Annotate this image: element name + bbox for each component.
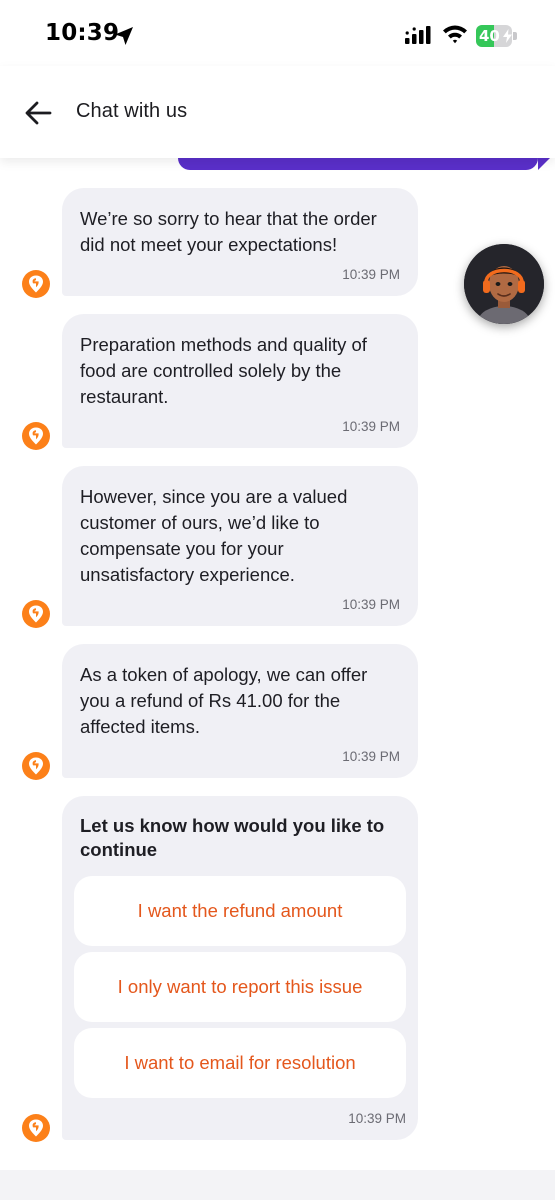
user-message-bubble-partial <box>178 158 550 170</box>
swiggy-logo-icon <box>29 427 43 445</box>
swiggy-logo-icon <box>29 1119 43 1137</box>
bot-message-bubble: Preparation methods and quality of food … <box>62 314 418 448</box>
swiggy-logo-icon <box>29 757 43 775</box>
bot-avatar <box>22 270 50 298</box>
message-text: We’re so sorry to hear that the order di… <box>80 208 377 255</box>
bot-message-bubble: As a token of apology, we can offer you … <box>62 644 418 778</box>
options-question: Let us know how would you like to contin… <box>80 815 385 860</box>
option-report-issue-button[interactable]: I only want to report this issue <box>74 952 406 1022</box>
message-timestamp: 10:39 PM <box>342 267 400 282</box>
message-text: However, since you are a valued customer… <box>80 486 348 585</box>
status-time: 10:39 <box>45 20 120 46</box>
swiggy-logo-icon <box>29 275 43 293</box>
back-button[interactable] <box>20 96 58 130</box>
page-title: Chat with us <box>76 100 188 122</box>
message-timestamp: 10:39 PM <box>342 597 400 612</box>
option-refund-button[interactable]: I want the refund amount <box>74 876 406 946</box>
bot-avatar <box>22 600 50 628</box>
battery-cap <box>513 32 517 40</box>
agent-avatar-icon <box>464 244 544 324</box>
message-timestamp: 10:39 PM <box>348 1111 406 1126</box>
wifi-icon <box>441 22 469 46</box>
message-text: Preparation methods and quality of food … <box>80 334 367 407</box>
chat-header: Chat with us <box>0 66 555 158</box>
chat-message-list[interactable]: We’re so sorry to hear that the order di… <box>0 158 555 1200</box>
message-text: As a token of apology, we can offer you … <box>80 664 368 737</box>
bot-message-bubble: However, since you are a valued customer… <box>62 466 418 626</box>
location-arrow-icon <box>113 25 135 47</box>
message-timestamp: 10:39 PM <box>342 749 400 764</box>
message-timestamp: 10:39 PM <box>342 419 400 434</box>
bot-options-bubble: Let us know how would you like to contin… <box>62 796 418 1140</box>
cellular-signal-icon <box>404 24 436 46</box>
option-email-button[interactable]: I want to email for resolution <box>74 1028 406 1098</box>
bottom-input-area <box>0 1170 555 1200</box>
battery-indicator: 40 <box>476 25 518 47</box>
status-bar: 10:39 40 <box>0 0 555 66</box>
arrow-left-icon <box>25 101 52 125</box>
bot-avatar <box>22 1114 50 1142</box>
bot-avatar <box>22 422 50 450</box>
support-agent-avatar[interactable] <box>464 244 544 324</box>
charging-bolt-icon <box>503 29 512 43</box>
swiggy-logo-icon <box>29 605 43 623</box>
bot-message-bubble: We’re so sorry to hear that the order di… <box>62 188 418 296</box>
bot-avatar <box>22 752 50 780</box>
battery-level-text: 40 <box>479 27 500 45</box>
battery-body: 40 <box>476 25 512 47</box>
